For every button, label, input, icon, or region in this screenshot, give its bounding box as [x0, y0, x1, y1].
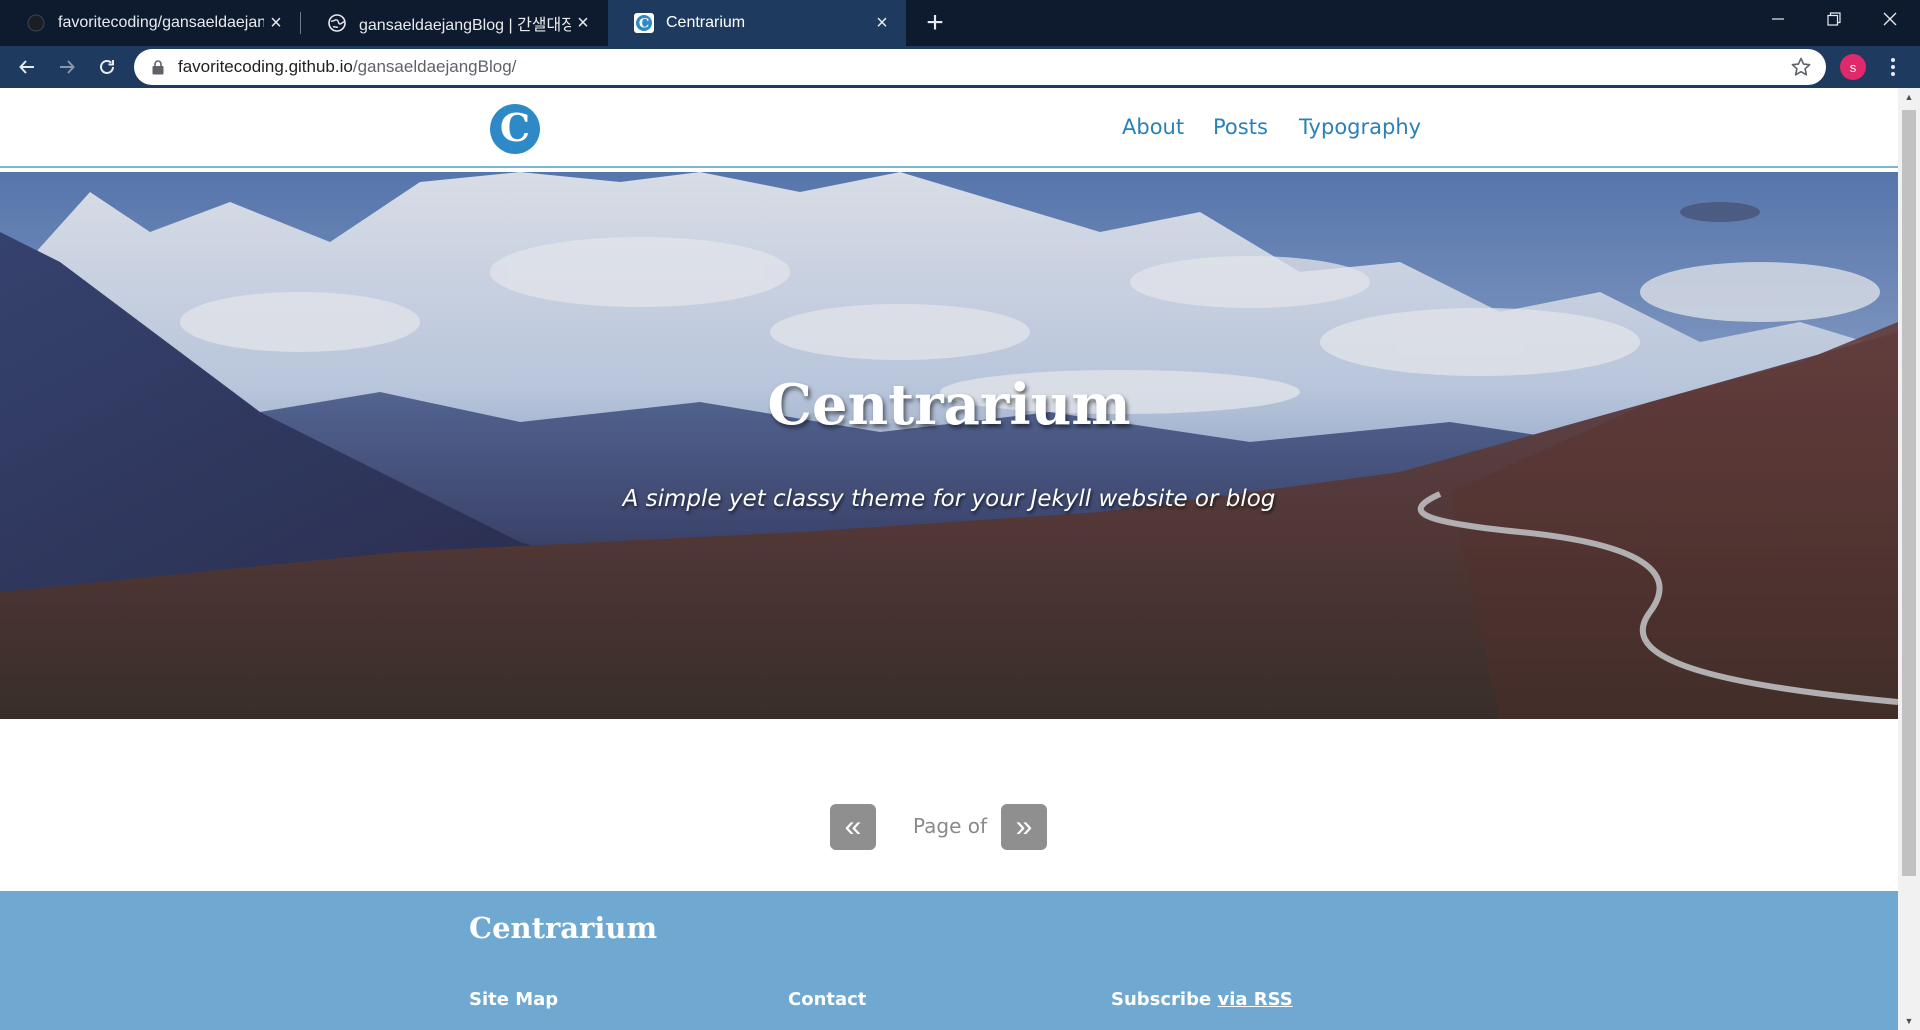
profile-avatar[interactable]: s — [1840, 54, 1866, 80]
tab-title: Centrarium — [666, 14, 746, 31]
site-header: C About Posts Typography — [0, 88, 1898, 168]
centrarium-logo-icon: C — [634, 13, 654, 33]
browser-tab-blog[interactable]: gansaeldaejangBlog | 간샐대장 블로그 × — [301, 0, 607, 46]
restore-icon[interactable] — [1806, 0, 1862, 38]
close-window-icon[interactable] — [1862, 0, 1918, 38]
footer-site-map-heading: Site Map — [469, 989, 559, 1010]
address-bar[interactable]: favoritecoding.github.io/gansaeldaejangB… — [134, 49, 1826, 85]
new-tab-button[interactable]: + — [919, 6, 951, 39]
close-tab-icon[interactable]: × — [870, 11, 894, 35]
scroll-up-arrow-icon[interactable]: ▲ — [1898, 88, 1920, 106]
hero-banner: Centrarium A simple yet classy theme for… — [0, 172, 1898, 719]
hero-subtitle: A simple yet classy theme for your Jekyl… — [622, 486, 1276, 512]
globe-icon — [327, 13, 347, 33]
hero-title: Centrarium — [767, 372, 1131, 438]
url-host: favoritecoding.github.io — [178, 57, 353, 76]
tab-title: favoritecoding/gansaeldaejangBlog — [58, 14, 264, 31]
mountain-landscape-image — [0, 172, 1898, 719]
minimize-icon[interactable] — [1750, 0, 1806, 38]
close-tab-icon[interactable]: × — [264, 11, 288, 35]
page-scrollbar[interactable]: ▲ ▼ — [1898, 88, 1920, 1030]
browser-tab-github[interactable]: favoritecoding/gansaeldaejangBlog × — [0, 0, 300, 46]
rss-link[interactable]: via RSS — [1217, 989, 1292, 1010]
tab-title: gansaeldaejangBlog | 간샐대장 블로그 — [359, 17, 571, 34]
footer-contact-heading: Contact — [788, 989, 867, 1010]
logo-letter: C — [500, 105, 530, 150]
scroll-down-arrow-icon[interactable]: ▼ — [1898, 1012, 1920, 1030]
page-viewport: C About Posts Typography Centrarium A si… — [0, 88, 1898, 1030]
nav-typography-link[interactable]: Typography — [1299, 115, 1421, 139]
site-footer: Centrarium Site Map Contact Subscribe vi… — [0, 891, 1898, 1030]
footer-subscribe-heading: Subscribe via RSS — [1111, 989, 1293, 1010]
nav-posts-link[interactable]: Posts — [1213, 115, 1268, 139]
browser-tab-bar: favoritecoding/gansaeldaejangBlog × gans… — [0, 0, 1920, 46]
browser-tab-centrarium[interactable]: C Centrarium × — [608, 0, 906, 46]
reload-icon[interactable] — [90, 50, 124, 84]
forward-arrow-icon[interactable] — [50, 50, 84, 84]
close-tab-icon[interactable]: × — [571, 11, 595, 35]
github-icon — [26, 13, 46, 33]
url-path: /gansaeldaejangBlog/ — [352, 57, 517, 76]
svg-text:C: C — [639, 17, 649, 32]
url-text: favoritecoding.github.io/gansaeldaejangB… — [178, 57, 516, 77]
bookmark-star-icon[interactable] — [1790, 56, 1812, 78]
lock-icon — [150, 58, 166, 76]
nav-about-link[interactable]: About — [1122, 115, 1184, 139]
next-page-button[interactable]: » — [1001, 804, 1047, 850]
footer-title: Centrarium — [469, 911, 658, 945]
back-arrow-icon[interactable] — [10, 50, 44, 84]
subscribe-label: Subscribe — [1111, 989, 1212, 1010]
site-logo[interactable]: C — [490, 104, 540, 154]
scroll-thumb[interactable] — [1902, 110, 1916, 876]
browser-menu-icon[interactable] — [1884, 54, 1902, 80]
browser-toolbar: favoritecoding.github.io/gansaeldaejangB… — [0, 46, 1920, 88]
